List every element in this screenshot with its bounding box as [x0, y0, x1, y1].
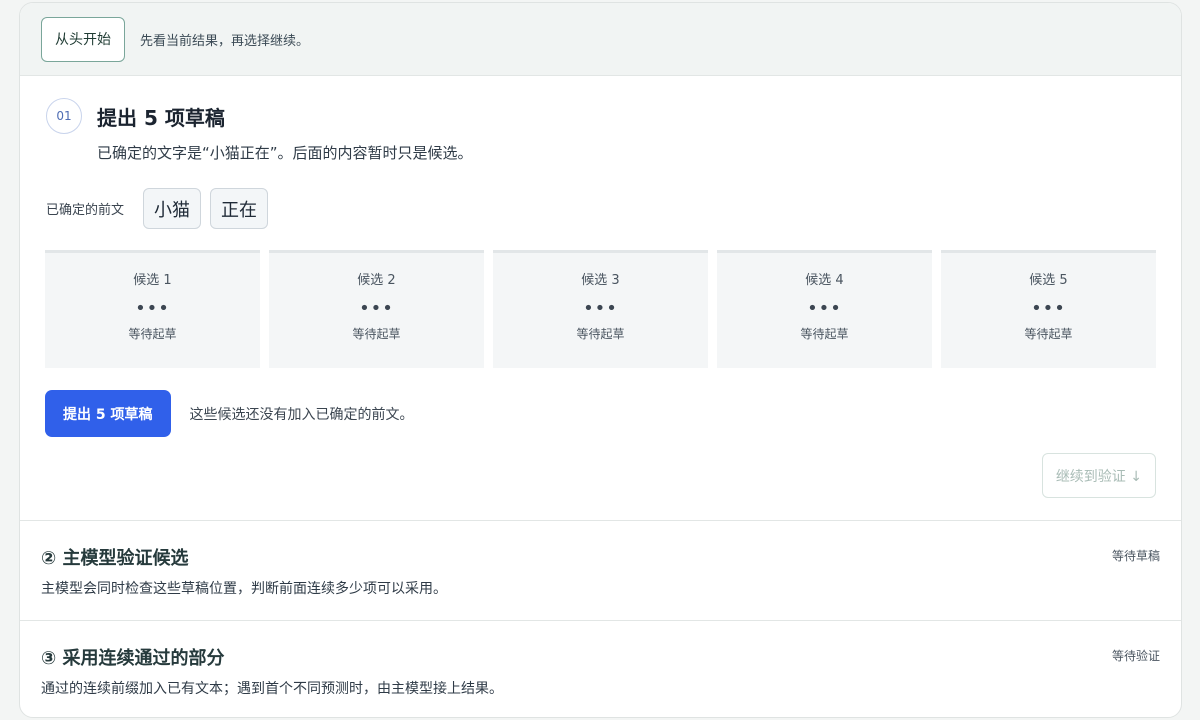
ellipsis-icon: ••• [135, 298, 170, 319]
candidate-list: 候选 1 ••• 等待起草 候选 2 ••• 等待起草 候选 3 ••• 等待起… [45, 250, 1156, 368]
step-2-status: 等待草稿 [1111, 549, 1160, 563]
confirmed-prefix-label: 已确定的前文 [46, 203, 125, 218]
candidate-status: 等待起草 [1024, 327, 1073, 341]
step-1-header: 01 提出 5 项草稿 [46, 98, 225, 134]
app-frame: 从头开始 先看当前结果，再选择继续。 01 提出 5 项草稿 已确定的文字是“小… [19, 2, 1182, 718]
top-bar: 从头开始 先看当前结果，再选择继续。 [20, 3, 1181, 76]
ellipsis-icon: ••• [359, 298, 394, 319]
top-hint: 先看当前结果，再选择继续。 [140, 33, 310, 49]
candidate-status: 等待起草 [352, 327, 401, 341]
step-1-panel: 01 提出 5 项草稿 已确定的文字是“小猫正在”。后面的内容暂时只是候选。 已… [20, 76, 1181, 521]
candidate-title: 候选 4 [805, 273, 844, 288]
step-3-description: 通过的连续前缀加入已有文本；遇到首个不同预测时，由主模型接上结果。 [41, 681, 503, 697]
step-1-description: 已确定的文字是“小猫正在”。后面的内容暂时只是候选。 [97, 144, 473, 162]
prefix-token: 小猫 [143, 188, 202, 229]
step-3-panel: ③ 采用连续通过的部分 通过的连续前缀加入已有文本；遇到首个不同预测时，由主模型… [20, 621, 1181, 717]
step-2-title: ② 主模型验证候选 [41, 548, 189, 569]
candidate-title: 候选 1 [133, 273, 172, 288]
candidate-card-3: 候选 3 ••• 等待起草 [493, 250, 708, 368]
candidate-status: 等待起草 [576, 327, 625, 341]
ellipsis-icon: ••• [807, 298, 842, 319]
candidate-status: 等待起草 [800, 327, 849, 341]
draft-action-hint: 这些候选还没有加入已确定的前文。 [189, 406, 414, 423]
step-2-panel: ② 主模型验证候选 主模型会同时检查这些草稿位置，判断前面连续多少项可以采用。 … [20, 521, 1181, 621]
draft-action-row: 提出 5 项草稿 这些候选还没有加入已确定的前文。 [45, 390, 414, 437]
candidate-card-1: 候选 1 ••• 等待起草 [45, 250, 260, 368]
ellipsis-icon: ••• [1031, 298, 1066, 319]
ellipsis-icon: ••• [583, 298, 618, 319]
continue-to-verify-button[interactable]: 继续到验证 ↓ [1041, 453, 1156, 498]
step-3-title: ③ 采用连续通过的部分 [41, 648, 225, 669]
step-number-badge: 01 [46, 98, 82, 134]
candidate-card-2: 候选 2 ••• 等待起草 [269, 250, 484, 368]
candidate-title: 候选 5 [1029, 273, 1068, 288]
candidate-title: 候选 3 [581, 273, 620, 288]
candidate-card-4: 候选 4 ••• 等待起草 [717, 250, 932, 368]
candidate-title: 候选 2 [357, 273, 396, 288]
confirmed-prefix-row: 已确定的前文 小猫 正在 [46, 188, 277, 229]
step-2-description: 主模型会同时检查这些草稿位置，判断前面连续多少项可以采用。 [41, 581, 447, 597]
step-3-status: 等待验证 [1111, 649, 1160, 663]
candidate-status: 等待起草 [128, 327, 177, 341]
step-1-title: 提出 5 项草稿 [97, 105, 225, 130]
restart-button[interactable]: 从头开始 [41, 16, 125, 62]
candidate-card-5: 候选 5 ••• 等待起草 [941, 250, 1156, 368]
propose-drafts-button[interactable]: 提出 5 项草稿 [45, 390, 171, 437]
prefix-token: 正在 [210, 188, 269, 229]
